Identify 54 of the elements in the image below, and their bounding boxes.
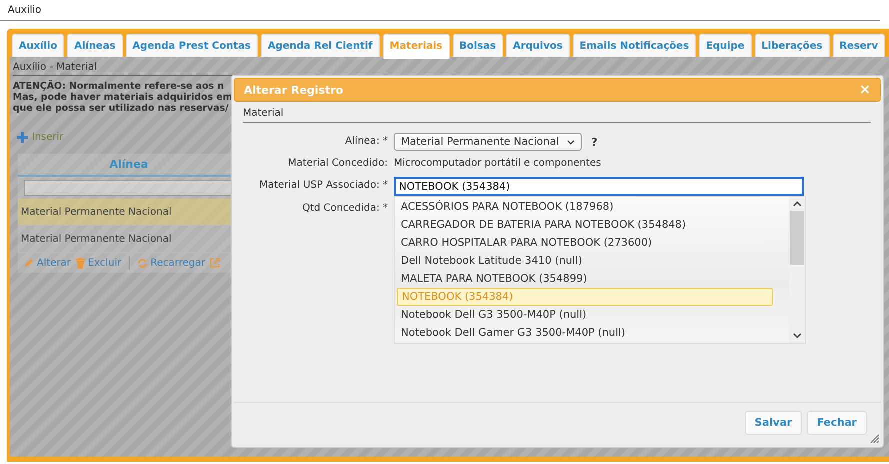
field-label: Qtd Concedida: * — [301, 202, 389, 216]
page-title: Auxilio — [0, 0, 880, 21]
table-cell-text: Material Permanente Nacional — [20, 206, 172, 218]
suggestion-item[interactable]: MALETA PARA NOTEBOOK (354899) — [397, 270, 773, 288]
suggestion-item[interactable]: Notebook Dell G3 3500-M40P (null) — [397, 306, 773, 324]
table-cell-text: Material Permanente Nacional — [20, 234, 172, 244]
filter-field[interactable] — [24, 180, 234, 196]
dialog-button[interactable]: Salvar — [744, 411, 802, 435]
chevron-up-icon[interactable] — [792, 201, 802, 207]
suggestion-item[interactable]: Notebook Dell Gamer G3 3500-M40P (null) — [397, 324, 773, 342]
notice-text: ATENÇÃO: Normalmente refere-se aos n — [13, 81, 224, 92]
section-title: Material — [243, 102, 871, 123]
plus-icon — [17, 132, 28, 143]
dialog-title: Alterar Registro — [244, 84, 344, 96]
field-label: Material Concedido: — [287, 157, 389, 171]
toolbar-link[interactable]: Recarregar — [150, 258, 206, 268]
chevron-down-icon[interactable] — [792, 333, 802, 339]
tab[interactable]: Alíneas — [67, 34, 123, 57]
reload-icon — [136, 258, 148, 268]
insert-link[interactable]: Inserir — [32, 132, 64, 143]
tab[interactable]: Materiais — [382, 34, 450, 59]
help-link[interactable]: ? — [591, 136, 598, 148]
alinea-select[interactable]: Material Permanente Nacional — [394, 133, 582, 151]
notice-text: que ele possa ser utilizado nas reservas/ — [13, 103, 229, 114]
trash-icon — [76, 258, 86, 268]
resize-grip-icon[interactable] — [870, 434, 880, 444]
external-link-icon[interactable] — [210, 258, 220, 268]
suggestion-item[interactable]: NOTEBOOK (354384) — [397, 288, 773, 306]
suggestion-item[interactable]: CARREGADOR DE BATERIA PARA NOTEBOOK (354848) — [397, 216, 773, 234]
toolbar-link[interactable]: Alterar — [37, 258, 72, 268]
toolbar-link[interactable]: Excluir — [88, 258, 122, 268]
field-label: Material USP Associado: * — [258, 179, 389, 193]
suggestion-item[interactable]: CARRO HOSPITALAR PARA NOTEBOOK (273600) — [397, 234, 773, 252]
scrollbar[interactable] — [789, 197, 805, 343]
dialog-button[interactable]: Fechar — [807, 411, 867, 435]
tab[interactable]: Liberações — [754, 34, 830, 57]
tab[interactable]: Bolsas — [452, 34, 504, 57]
scrollbar-thumb[interactable] — [790, 211, 804, 265]
tab[interactable]: Auxílio — [12, 34, 64, 57]
tab[interactable]: Agenda Rel Cientif — [260, 34, 380, 57]
chevron-down-icon — [567, 140, 576, 144]
pencil-icon — [24, 258, 34, 268]
close-button[interactable]: × — [859, 82, 871, 98]
tab[interactable]: Arquivos — [506, 34, 570, 57]
tab[interactable]: Emails Notificações — [572, 34, 696, 57]
field-value: Microcomputador portátil e componentes — [394, 157, 602, 171]
suggestion-item[interactable]: Dell Notebook Latitude 3410 (null) — [397, 252, 773, 270]
field-label: Alínea: * — [344, 135, 389, 149]
suggestion-item[interactable]: ACESSÓRIOS PARA NOTEBOOK (187968) — [397, 198, 773, 216]
tab[interactable]: Reserv — [832, 34, 886, 57]
breadcrumb: Auxílio - Material — [13, 62, 238, 76]
material-input[interactable]: NOTEBOOK (354384) — [394, 177, 804, 196]
tab[interactable]: Equipe — [699, 34, 752, 57]
tab[interactable]: Agenda Prest Contas — [126, 34, 258, 57]
